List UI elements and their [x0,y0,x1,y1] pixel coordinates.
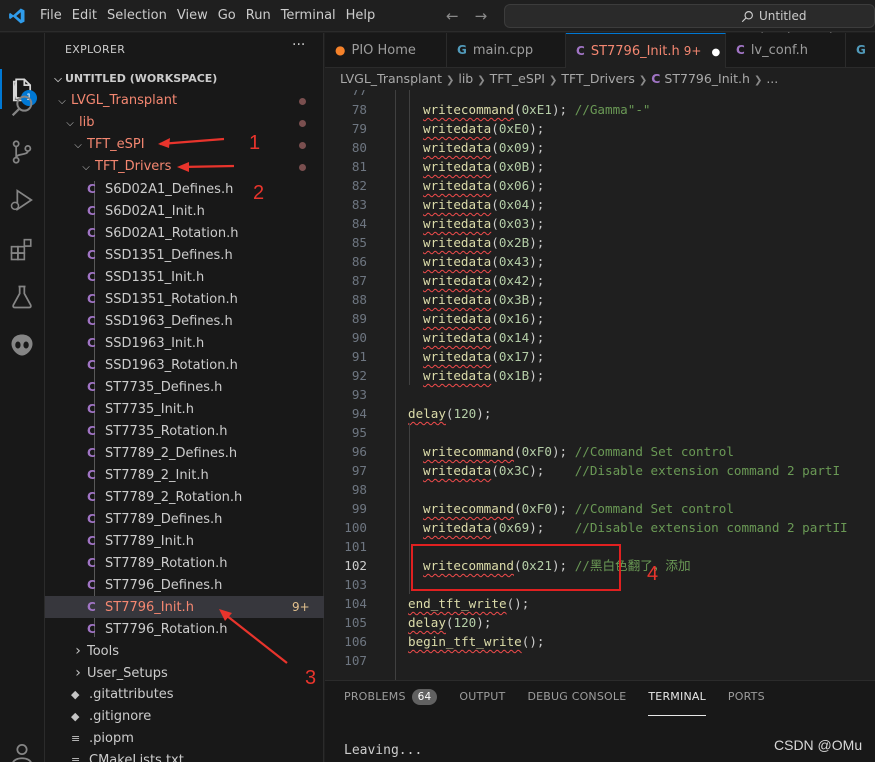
annotation-1: 1 [249,132,261,154]
annotation-3: 3 [305,667,317,689]
watermark: CSDN @OMu [774,737,863,753]
annotation-2: 2 [253,182,265,204]
annotation-arrows [158,137,288,664]
annotation-4: 4 [647,563,659,585]
